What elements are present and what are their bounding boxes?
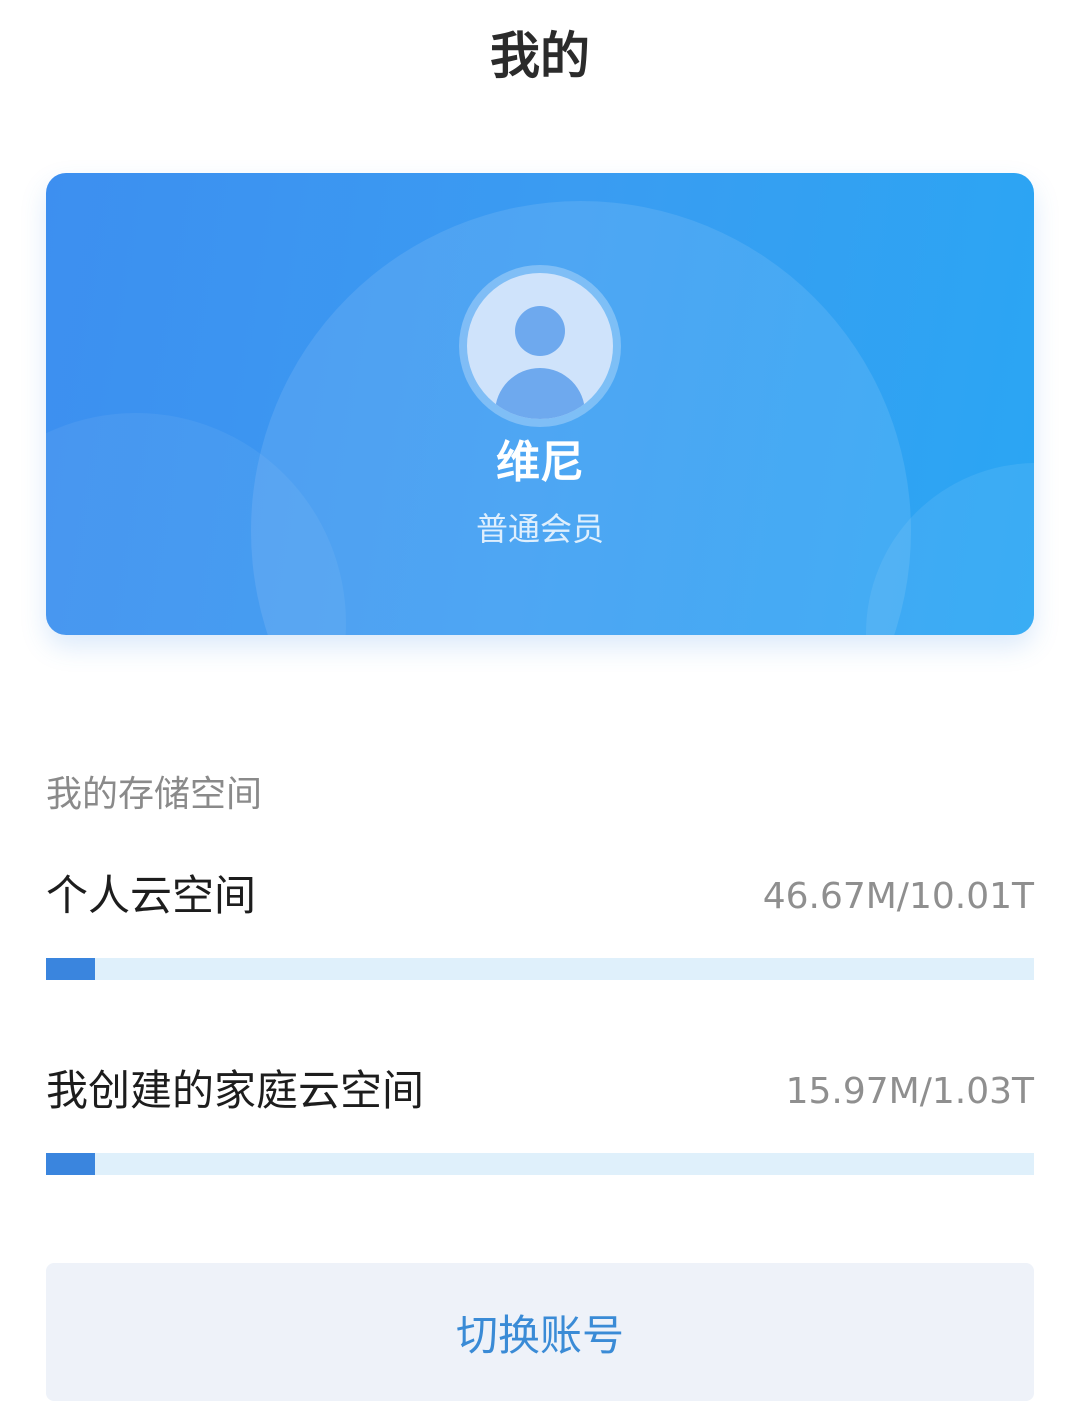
profile-page: 我的 维尼 普通会员 我的存储空间 个人云空间 46.67M/10.01T 我创… — [0, 0, 1080, 1428]
user-name: 维尼 — [496, 437, 584, 488]
storage-progress-bar — [46, 958, 1034, 980]
avatar-head-shape — [515, 306, 565, 356]
storage-item-label: 个人云空间 — [46, 871, 257, 920]
avatar[interactable] — [459, 265, 621, 427]
storage-progress-fill — [46, 958, 96, 980]
profile-card[interactable]: 维尼 普通会员 — [46, 173, 1034, 635]
page-title: 我的 — [490, 27, 590, 85]
member-level: 普通会员 — [475, 510, 604, 548]
storage-item-label: 我创建的家庭云空间 — [46, 1066, 425, 1115]
storage-progress-bar — [46, 1153, 1034, 1175]
user-avatar-icon — [467, 273, 613, 419]
switch-account-button[interactable]: 切换账号 — [46, 1263, 1034, 1401]
storage-usage-value: 46.67M/10.01T — [762, 876, 1034, 917]
storage-usage-value: 15.97M/1.03T — [785, 1071, 1034, 1112]
avatar-body-shape — [495, 368, 585, 419]
storage-section-label: 我的存储空间 — [46, 774, 263, 815]
storage-progress-fill — [46, 1153, 96, 1175]
